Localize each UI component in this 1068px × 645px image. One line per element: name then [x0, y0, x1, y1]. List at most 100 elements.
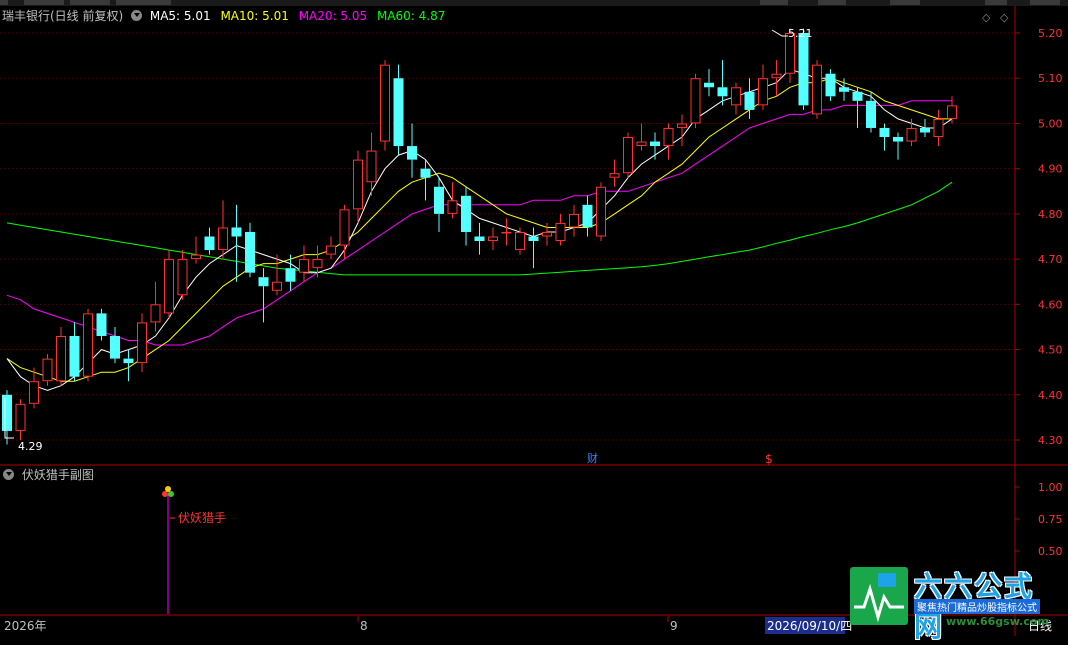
year-label: 2026年: [4, 619, 47, 633]
candle: [717, 60, 728, 106]
candle: [339, 204, 350, 260]
candle-body: [758, 78, 768, 106]
dropdown-circle-icon[interactable]: [3, 469, 14, 480]
candle: [380, 60, 390, 151]
candle: [623, 132, 633, 178]
signal-dot: [165, 486, 171, 492]
candle-body: [110, 335, 120, 359]
candle: [650, 132, 660, 160]
candle-body: [704, 82, 714, 88]
candle: [528, 227, 539, 269]
candle: [15, 399, 26, 440]
price-tick-label: 4.50: [1038, 344, 1063, 357]
candle: [137, 313, 147, 373]
candle: [2, 390, 12, 445]
candle-body: [42, 358, 53, 382]
candle-body: [569, 213, 579, 228]
month-8-label: 8: [360, 619, 368, 633]
ma5-label: MA5: 5.01: [149, 9, 211, 23]
candle: [636, 123, 647, 151]
indicator-tick-label: 0.50: [1038, 545, 1063, 558]
price-tick-label: 4.70: [1038, 253, 1063, 266]
candle: [150, 281, 161, 332]
finance-marker[interactable]: 财: [587, 451, 598, 465]
dropdown-circle-icon[interactable]: [131, 10, 143, 21]
logo-slogan: 聚焦热门精品炒股指标公式: [914, 599, 1040, 614]
candle-body: [218, 227, 228, 251]
stock-title[interactable]: 瑞丰银行(日线 前复权): [2, 9, 123, 23]
candle-body: [461, 195, 471, 232]
candle: [434, 177, 444, 232]
candle-body: [731, 87, 741, 106]
candle: [893, 132, 903, 160]
candle: [879, 123, 890, 151]
candle-body: [879, 127, 890, 138]
candle-body: [690, 78, 701, 124]
dividend-marker[interactable]: $: [765, 452, 773, 466]
logo-url: www.66gsw.com: [946, 615, 1049, 628]
watermark-logo: 六六公式网 聚焦热门精品炒股指标公式 www.66gsw.com: [850, 565, 1060, 643]
candle-body: [650, 141, 660, 147]
ma20-label: MA20: 5.05: [298, 9, 368, 23]
candle: [420, 159, 431, 201]
candle: [933, 109, 944, 147]
candle: [69, 322, 80, 382]
candle: [110, 326, 120, 364]
candle-body: [555, 222, 566, 242]
candle-body: [920, 127, 930, 133]
candle-body: [204, 236, 215, 251]
candle-body: [326, 245, 336, 255]
indicator-title[interactable]: 伏妖猎手副图: [22, 468, 94, 482]
candle: [326, 236, 336, 260]
ma10-label: MA10: 5.01: [220, 9, 289, 23]
candle-body: [609, 173, 620, 178]
high-price-label: 5.21: [788, 27, 813, 40]
candle: [258, 268, 269, 323]
candle-body: [636, 141, 647, 147]
price-tick-label: 4.80: [1038, 208, 1063, 221]
candle-body: [177, 259, 188, 296]
candle-body: [744, 91, 755, 110]
candle-body: [150, 304, 161, 323]
candle-body: [312, 259, 323, 269]
price-tick-label: 4.90: [1038, 163, 1063, 176]
candle: [555, 213, 566, 246]
candle-body: [380, 64, 390, 142]
candle: [299, 245, 309, 282]
price-tick-label: 4.40: [1038, 389, 1063, 402]
candle: [920, 118, 930, 138]
candle-body: [83, 313, 93, 377]
candle-body: [623, 137, 633, 174]
signal-dot: [168, 491, 174, 497]
cursor-date: 2026/09/10/四: [767, 619, 852, 633]
kline-chart[interactable]: 5.20 5.10 5.00 4.90 4.80 4.70 4.60 4.50 4.40 4.30…: [0, 0, 1068, 636]
indicator-tick-label: 1.00: [1038, 481, 1063, 494]
candle: [231, 204, 242, 282]
sub-pane-header: 伏妖猎手副图: [0, 466, 1012, 484]
candle-body: [596, 186, 606, 237]
candle: [704, 69, 714, 97]
candle: [798, 28, 809, 110]
indicator-tick-label: 0.75: [1038, 513, 1063, 526]
candle-body: [2, 394, 12, 431]
candle-body: [582, 204, 593, 228]
candle-body: [663, 127, 674, 147]
candle-body: [542, 231, 552, 237]
candle: [582, 195, 593, 237]
ma60-label: MA60: 4.87: [376, 9, 446, 23]
candle: [272, 254, 282, 296]
candle-body: [866, 100, 876, 128]
candle-body: [339, 209, 350, 246]
price-tick-label: 5.00: [1038, 117, 1063, 130]
candle: [447, 182, 458, 219]
indicator-axis-labels: 1.00 0.75 0.50: [1015, 481, 1063, 558]
main-pane-header: 瑞丰银行(日线 前复权) MA5: 5.01 MA10: 5.01 MA20: …: [0, 6, 1012, 26]
candle-body: [447, 200, 458, 214]
price-tick-label: 4.30: [1038, 434, 1063, 447]
signal-dot: [162, 491, 168, 497]
candle: [96, 308, 107, 341]
candle: [83, 308, 93, 382]
month-9-label: 9: [670, 619, 678, 633]
candle-body: [353, 159, 363, 210]
candle-body: [515, 231, 525, 251]
